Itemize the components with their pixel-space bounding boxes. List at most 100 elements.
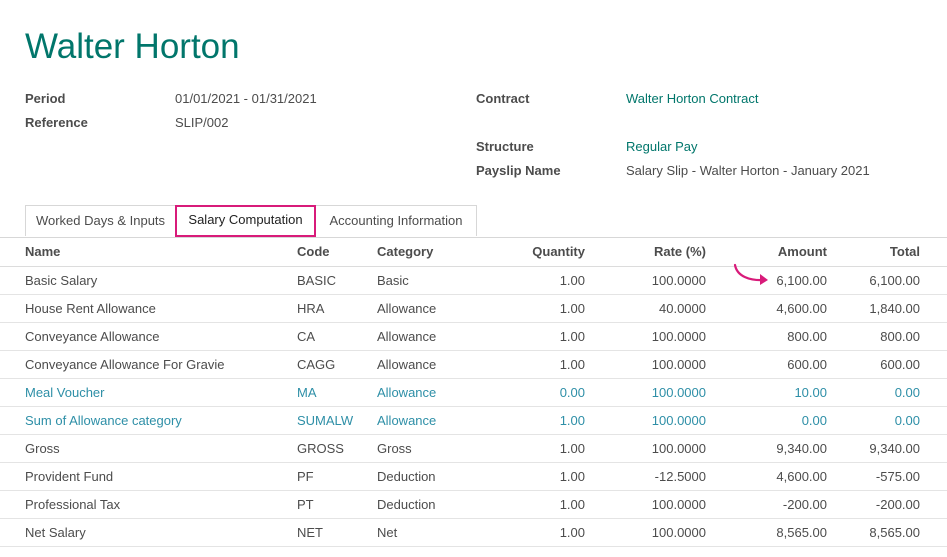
cell-quantity: 1.00 — [559, 525, 585, 540]
table-row[interactable]: Professional Tax PT Deduction 1.00 100.0000 -… — [0, 491, 947, 519]
cell-code: NET — [297, 525, 323, 540]
cell-quantity: 1.00 — [559, 497, 585, 512]
cell-name: Meal Voucher — [25, 385, 105, 400]
cell-name: Basic Salary — [25, 273, 98, 288]
cell-amount: 9,340.00 — [776, 441, 827, 456]
cell-total: -575.00 — [875, 469, 920, 484]
cell-rate: 100.0000 — [651, 357, 706, 372]
col-header-category[interactable]: Category — [377, 238, 433, 266]
cell-rate: -12.5000 — [654, 469, 706, 484]
cell-amount: -200.00 — [782, 497, 827, 512]
cell-amount: 6,100.00 — [776, 273, 827, 288]
col-header-total[interactable]: Total — [890, 238, 920, 266]
table-row[interactable]: Basic Salary BASIC Basic 1.00 100.0000 6,100.… — [0, 267, 947, 295]
cell-total: 0.00 — [894, 385, 920, 400]
col-header-amount[interactable]: Amount — [778, 238, 827, 266]
tab-salary-computation[interactable]: Salary Computation — [175, 205, 316, 237]
cell-total: 600.00 — [880, 357, 920, 372]
cell-amount: 4,600.00 — [776, 469, 827, 484]
table-body: Basic Salary BASIC Basic 1.00 100.0000 6,100.… — [0, 267, 947, 547]
table-row[interactable]: Gross GROSS Gross 1.00 100.0000 9,340.00 9,340… — [0, 435, 947, 463]
cell-code: PT — [297, 497, 314, 512]
cell-code: CAGG — [297, 357, 336, 372]
cell-name: Conveyance Allowance — [25, 329, 160, 344]
cell-quantity: 1.00 — [559, 441, 585, 456]
cell-quantity: 1.00 — [559, 301, 585, 316]
cell-total: 6,100.00 — [869, 273, 920, 288]
period-label: Period — [25, 91, 66, 106]
cell-rate: 100.0000 — [651, 525, 706, 540]
cell-quantity: 1.00 — [559, 469, 585, 484]
cell-amount: 600.00 — [787, 357, 827, 372]
col-header-name[interactable]: Name — [25, 238, 60, 266]
cell-amount: 10.00 — [794, 385, 827, 400]
cell-category: Deduction — [377, 469, 436, 484]
cell-rate: 100.0000 — [651, 385, 706, 400]
payslip-name-label: Payslip Name — [476, 163, 561, 178]
cell-quantity: 1.00 — [559, 329, 585, 344]
cell-category: Allowance — [377, 301, 437, 316]
cell-quantity: 1.00 — [559, 413, 585, 428]
cell-category: Basic — [377, 273, 409, 288]
cell-name: Sum of Allowance category — [25, 413, 182, 428]
cell-amount: 4,600.00 — [776, 301, 827, 316]
page-title: Walter Horton — [25, 27, 240, 66]
cell-code: HRA — [297, 301, 325, 316]
cell-quantity: 1.00 — [559, 273, 585, 288]
contract-link[interactable]: Walter Horton Contract — [626, 91, 758, 107]
tab-accounting-information[interactable]: Accounting Information — [315, 205, 477, 236]
col-header-quantity[interactable]: Quantity — [532, 238, 585, 266]
cell-total: -200.00 — [875, 497, 920, 512]
cell-code: BASIC — [297, 273, 337, 288]
tab-worked-days-inputs[interactable]: Worked Days & Inputs — [25, 205, 176, 236]
cell-total: 8,565.00 — [869, 525, 920, 540]
reference-value: SLIP/002 — [175, 115, 229, 130]
cell-category: Allowance — [377, 413, 437, 428]
col-header-code[interactable]: Code — [297, 238, 330, 266]
cell-category: Allowance — [377, 357, 437, 372]
cell-total: 0.00 — [894, 413, 920, 428]
period-value: 01/01/2021 - 01/31/2021 — [175, 91, 317, 106]
table-row[interactable]: Net Salary NET Net 1.00 100.0000 8,565.00 8,56… — [0, 519, 947, 547]
structure-label: Structure — [476, 139, 534, 154]
cell-rate: 100.0000 — [651, 441, 706, 456]
table-row[interactable]: Sum of Allowance category SUMALW Allowance… — [0, 407, 947, 435]
table-row[interactable]: Conveyance Allowance For Gravie CAGG Allow… — [0, 351, 947, 379]
structure-link[interactable]: Regular Pay — [626, 139, 698, 155]
cell-rate: 100.0000 — [651, 329, 706, 344]
cell-code: MA — [297, 385, 317, 400]
cell-name: Conveyance Allowance For Gravie — [25, 357, 225, 372]
cell-category: Allowance — [377, 329, 437, 344]
salary-computation-table: Name Code Category Quantity Rate (%) Amo… — [0, 238, 947, 547]
cell-amount: 800.00 — [787, 329, 827, 344]
cell-quantity: 1.00 — [559, 357, 585, 372]
table-row[interactable]: House Rent Allowance HRA Allowance 1.00 40.0… — [0, 295, 947, 323]
table-row[interactable]: Meal Voucher MA Allowance 0.00 100.0000 10.00… — [0, 379, 947, 407]
payslip-name-value: Salary Slip - Walter Horton - January 20… — [626, 163, 870, 178]
cell-rate: 100.0000 — [651, 273, 706, 288]
contract-label: Contract — [476, 91, 530, 106]
cell-name: Net Salary — [25, 525, 86, 540]
cell-name: House Rent Allowance — [25, 301, 156, 316]
cell-total: 800.00 — [880, 329, 920, 344]
cell-name: Professional Tax — [25, 497, 121, 512]
cell-total: 9,340.00 — [869, 441, 920, 456]
cell-code: PF — [297, 469, 314, 484]
cell-category: Deduction — [377, 497, 436, 512]
cell-total: 1,840.00 — [869, 301, 920, 316]
cell-quantity: 0.00 — [559, 385, 585, 400]
table-row[interactable]: Provident Fund PF Deduction 1.00 -12.5000 4,6… — [0, 463, 947, 491]
table-row[interactable]: Conveyance Allowance CA Allowance 1.00 100.0… — [0, 323, 947, 351]
col-header-rate[interactable]: Rate (%) — [654, 238, 706, 266]
reference-label: Reference — [25, 115, 88, 130]
cell-name: Provident Fund — [25, 469, 114, 484]
cell-code: GROSS — [297, 441, 344, 456]
curved-arrow-icon — [733, 263, 768, 285]
cell-rate: 100.0000 — [651, 497, 706, 512]
cell-amount: 8,565.00 — [776, 525, 827, 540]
cell-category: Allowance — [377, 385, 437, 400]
cell-rate: 40.0000 — [659, 301, 706, 316]
cell-code: CA — [297, 329, 316, 344]
cell-category: Net — [377, 525, 398, 540]
cell-amount: 0.00 — [801, 413, 827, 428]
